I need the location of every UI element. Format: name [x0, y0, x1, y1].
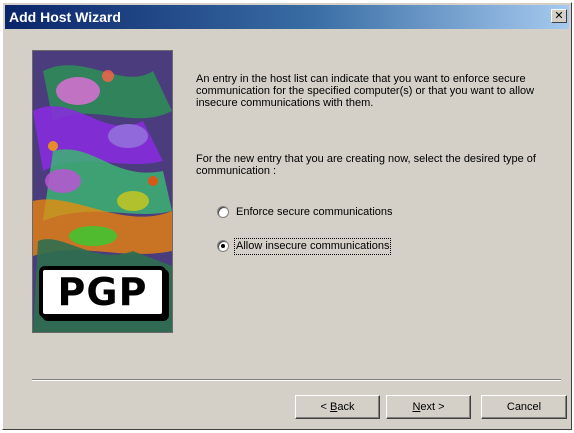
- radio-label-allow-insecure[interactable]: Allow insecure communications: [233, 238, 392, 255]
- instruction-text: For the new entry that you are creating …: [196, 153, 536, 177]
- radio-button-enforce-secure[interactable]: [217, 206, 229, 218]
- separator-line: [32, 379, 561, 381]
- cancel-button-label: Cancel: [506, 401, 542, 413]
- close-icon: ✕: [554, 9, 564, 22]
- radio-selected-dot-icon: [221, 244, 225, 248]
- add-host-wizard-window: Add Host Wizard ✕ PGP An entry in the ho…: [2, 2, 572, 430]
- wizard-banner-image: PGP: [32, 50, 173, 333]
- back-button[interactable]: < Back: [295, 395, 380, 419]
- pgp-logo-text: PGP: [57, 270, 148, 314]
- intro-text: An entry in the host list can indicate t…: [196, 73, 535, 109]
- cancel-button[interactable]: Cancel: [481, 395, 567, 419]
- radio-label-enforce-secure[interactable]: Enforce secure communications: [236, 206, 393, 219]
- back-button-label: ack: [337, 401, 355, 413]
- back-button-prefix: <: [320, 401, 330, 413]
- window-title: Add Host Wizard: [9, 9, 121, 25]
- next-button[interactable]: Next >: [386, 395, 471, 419]
- radio-button-allow-insecure[interactable]: [217, 240, 229, 252]
- title-bar[interactable]: Add Host Wizard ✕: [5, 5, 569, 29]
- next-button-label: ext >: [420, 401, 445, 413]
- close-button[interactable]: ✕: [551, 9, 567, 23]
- pgp-logo: PGP: [39, 266, 166, 318]
